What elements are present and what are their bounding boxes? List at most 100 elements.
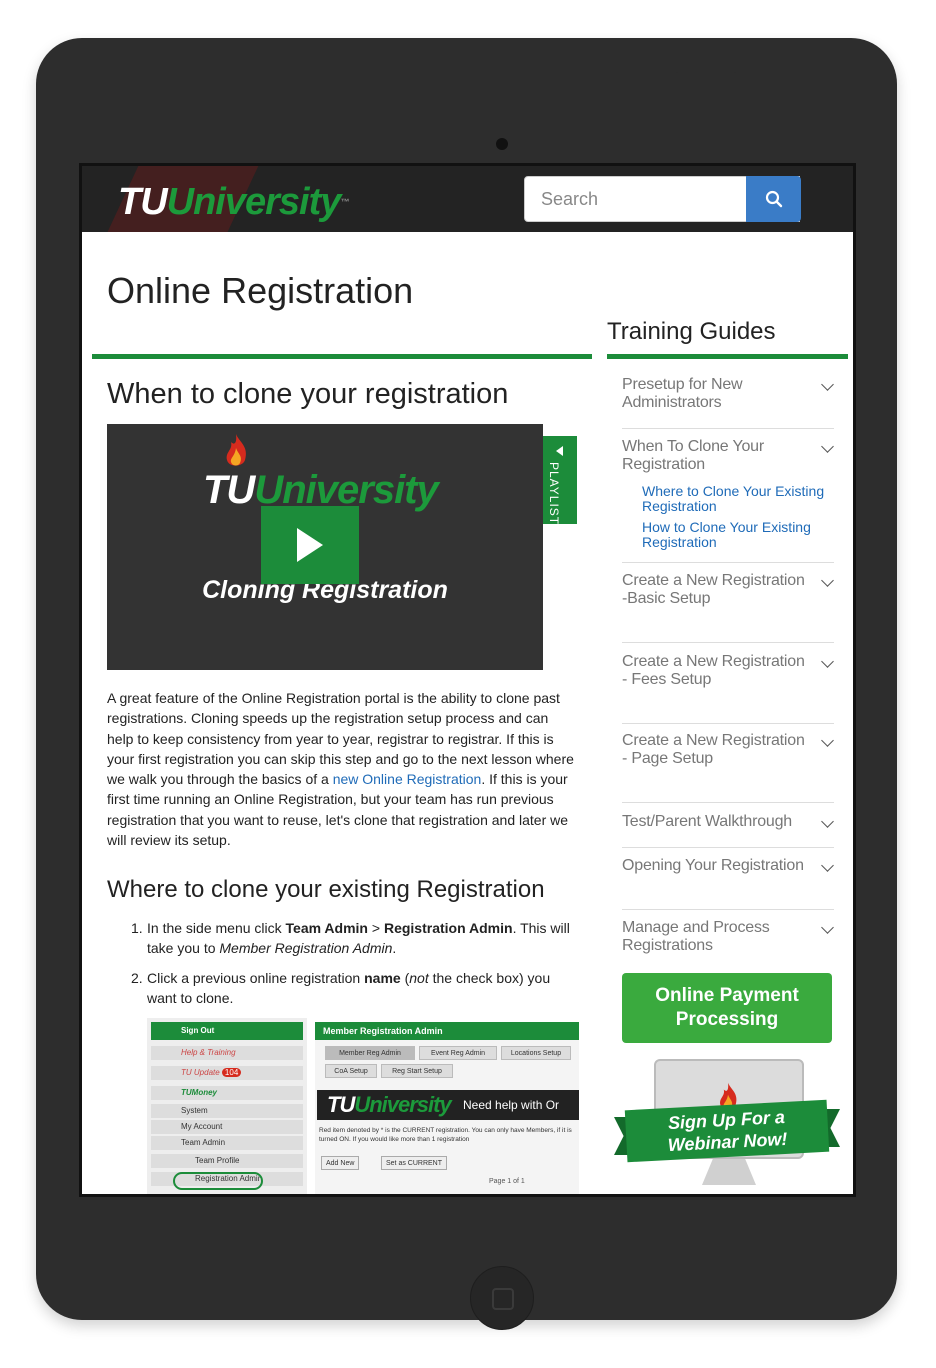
- sidebar-divider: [607, 354, 848, 359]
- search-button[interactable]: [746, 176, 801, 222]
- screenshot-help-training: Help & Training: [151, 1046, 303, 1060]
- flame-icon: [226, 434, 246, 466]
- logo-trademark: ™: [340, 197, 349, 207]
- webinar-text: Sign Up For a Webinar Now!: [625, 1104, 829, 1159]
- chevron-down-icon: [821, 440, 834, 453]
- screenshot-my-account: My Account: [151, 1120, 303, 1134]
- screenshot-panel-title: Member Registration Admin: [315, 1022, 579, 1040]
- screenshot-tab-reg-start: Reg Start Setup: [381, 1064, 453, 1078]
- screenshot-banner-logo: TUUniversity: [327, 1092, 452, 1118]
- chevron-down-icon: [821, 815, 834, 828]
- play-icon: [297, 528, 323, 562]
- guide-walkthrough-label: Test/Parent Walkthrough: [622, 813, 793, 830]
- play-button[interactable]: [261, 506, 359, 584]
- screenshot-system: System: [151, 1104, 303, 1118]
- intro-paragraph: A great feature of the Online Registrati…: [107, 688, 575, 850]
- online-payment-label: Online Payment Processing: [655, 985, 799, 1030]
- guide-fees-setup-label: Create a New Registration - Fees Setup: [622, 653, 805, 688]
- online-payment-button[interactable]: Online Payment Processing: [622, 973, 832, 1043]
- webinar-ribbon: Sign Up For a Webinar Now!: [624, 1099, 830, 1163]
- step-2-number: 2.: [131, 970, 143, 986]
- front-camera: [496, 138, 508, 150]
- step-1-t2: >: [367, 920, 384, 936]
- step-1-b2: Registration Admin: [383, 920, 513, 936]
- site-header: TUUniversity™ Search: [82, 166, 853, 232]
- home-button-square-icon: [492, 1288, 514, 1310]
- monitor-stand: [702, 1159, 756, 1185]
- screenshot-sign-out: Sign Out: [151, 1022, 303, 1040]
- screenshot-tab-locations: Locations Setup: [501, 1046, 571, 1060]
- training-guides-title: Training Guides: [607, 318, 776, 345]
- screenshot-banner: TUUniversity Need help with Or: [317, 1090, 579, 1120]
- step-2-b1: name: [364, 970, 401, 986]
- screenshot-tu-update-label: TU Update: [181, 1068, 220, 1077]
- main-divider: [92, 354, 592, 359]
- playlist-label: PLAYLIST: [547, 462, 561, 526]
- guide-fees-setup[interactable]: Create a New Registration - Fees Setup: [622, 653, 834, 724]
- chevron-down-icon: [821, 378, 834, 391]
- guide-manage-label: Manage and Process Registrations: [622, 919, 770, 954]
- playlist-tab[interactable]: PLAYLIST: [543, 436, 577, 526]
- screenshot-tu-update: TU Update 104: [151, 1066, 303, 1080]
- guide-presetup[interactable]: Presetup for New Administrators: [622, 376, 834, 429]
- tablet-screen: TUUniversity™ Search Online Registration…: [79, 163, 856, 1197]
- guide-page-setup[interactable]: Create a New Registration - Page Setup: [622, 732, 834, 803]
- guide-basic-setup-label: Create a New Registration -Basic Setup: [622, 572, 805, 607]
- guide-manage[interactable]: Manage and Process Registrations: [622, 919, 834, 959]
- step-1-i1: Member Registration Admin: [219, 940, 393, 956]
- section-title-when-to-clone: When to clone your registration: [107, 378, 509, 410]
- new-online-registration-link[interactable]: new Online Registration: [333, 771, 482, 787]
- guide-when-to-clone[interactable]: When To Clone Your Registration Where to…: [622, 438, 834, 563]
- chevron-down-icon: [821, 734, 834, 747]
- screenshot-tumoney: TUMoney: [151, 1086, 303, 1100]
- home-button[interactable]: [470, 1266, 534, 1330]
- section-title-where-to-clone: Where to clone your existing Registratio…: [107, 876, 545, 903]
- screenshot-highlight-circle: [173, 1172, 263, 1190]
- screenshot-banner-logo-university: University: [354, 1092, 451, 1117]
- step-1-t1: In the side menu click: [147, 920, 286, 936]
- step-1-b1: Team Admin: [285, 920, 368, 936]
- guide-opening[interactable]: Opening Your Registration: [622, 857, 834, 910]
- sublink-where-to-clone[interactable]: Where to Clone Your Existing Registratio…: [642, 484, 832, 514]
- step-2-i1: not: [409, 970, 429, 986]
- step-1-text: In the side menu click Team Admin > Regi…: [147, 918, 575, 958]
- screenshot-banner-text: Need help with Or: [463, 1098, 560, 1112]
- power-button: [676, 72, 736, 78]
- tu-university-logo[interactable]: TUUniversity™: [118, 180, 349, 224]
- logo-tu: TU: [118, 181, 168, 223]
- search-icon: [765, 190, 782, 208]
- chevron-down-icon: [821, 574, 834, 587]
- page-title: Online Registration: [107, 270, 414, 311]
- guide-page-setup-label: Create a New Registration - Page Setup: [622, 732, 805, 767]
- screenshot-tab-member-reg: Member Reg Admin: [325, 1046, 415, 1060]
- screenshot-team-admin: Team Admin: [151, 1136, 303, 1150]
- step-2-text: Click a previous online registration nam…: [147, 968, 575, 1008]
- guide-opening-label: Opening Your Registration: [622, 857, 804, 874]
- chevron-down-icon: [821, 921, 834, 934]
- step-2-t1: Click a previous online registration: [147, 970, 365, 986]
- screenshot-team-profile: Team Profile: [151, 1154, 303, 1168]
- guide-when-to-clone-label: When To Clone Your Registration: [622, 438, 764, 473]
- screenshot-side-menu: Sign Out Help & Training TU Update 104 T…: [147, 1018, 307, 1194]
- screenshot-tab-event-reg: Event Reg Admin: [419, 1046, 497, 1060]
- video-logo-tu: TU: [203, 468, 255, 512]
- video-player[interactable]: TUUniversity Cloning Registration: [107, 424, 543, 670]
- screenshot-add-new-button: Add New: [321, 1156, 360, 1170]
- step-2-t2: (: [400, 970, 410, 986]
- screenshot-tab-coa: CoA Setup: [325, 1064, 377, 1078]
- screenshot-set-current-button: Set as CURRENT: [381, 1156, 448, 1170]
- webinar-label: Sign Up For a Webinar Now!: [667, 1106, 788, 1156]
- step-1-number: 1.: [131, 920, 143, 936]
- screenshot-banner-logo-tu: TU: [327, 1092, 355, 1117]
- guide-walkthrough[interactable]: Test/Parent Walkthrough: [622, 813, 834, 848]
- registration-admin-screenshot: Sign Out Help & Training TU Update 104 T…: [147, 1018, 579, 1194]
- webinar-banner[interactable]: Sign Up For a Webinar Now!: [614, 1059, 840, 1191]
- logo-university: University: [166, 181, 342, 223]
- guide-presetup-label: Presetup for New Administrators: [622, 376, 743, 411]
- screenshot-pager: Page 1 of 1: [489, 1178, 525, 1185]
- guide-basic-setup[interactable]: Create a New Registration -Basic Setup: [622, 572, 834, 643]
- playlist-arrow-icon: [556, 446, 563, 456]
- chevron-down-icon: [821, 859, 834, 872]
- sublink-how-to-clone[interactable]: How to Clone Your Existing Registration: [642, 520, 832, 550]
- screenshot-admin-panel: Member Registration Admin Member Reg Adm…: [315, 1022, 579, 1194]
